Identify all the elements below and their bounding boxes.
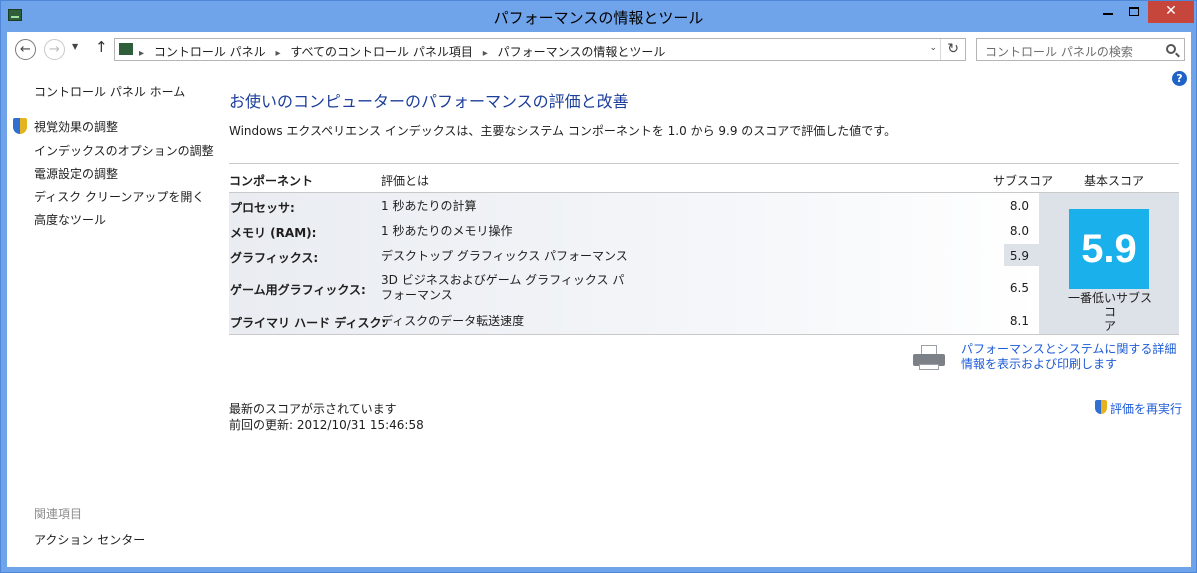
view-print-details-link[interactable]: パフォーマンスとシステムに関する詳細情報を表示および印刷します [961,342,1183,372]
window-title: パフォーマンスの情報とツール [493,9,704,27]
maximize-button[interactable] [1119,1,1149,23]
search-input[interactable]: コントロール パネルの検索 [976,38,1185,61]
component-label: メモリ (RAM): [230,226,317,240]
arrow-right-icon: → [49,42,60,57]
breadcrumb-separator[interactable]: ▸ [483,48,488,59]
up-button[interactable]: ↑ [95,38,108,56]
navigation-bar: ← → ▼ ↑ ▸ コントロール パネル ▸ すべてのコントロール パネル項目 … [7,32,1191,66]
component-description: 1 秒あたりのメモリ操作 [381,224,513,238]
sidebar-item-visual-effects[interactable]: 視覚効果の調整 [34,118,118,135]
search-placeholder: コントロール パネルの検索 [985,45,1133,59]
close-button[interactable]: ✕ [1148,1,1194,23]
arrow-up-icon: ↑ [95,38,108,56]
sidebar-item-power-settings[interactable]: 電源設定の調整 [34,165,118,182]
component-description: デスクトップ グラフィックス パフォーマンス [381,249,628,263]
divider [940,39,941,60]
last-updated-text: 前回の更新: 2012/10/31 15:46:58 [229,418,424,432]
description-line: フォーマンス [381,288,453,302]
arrow-left-icon: ← [20,42,31,57]
component-description: ディスクのデータ転送速度 [381,314,525,328]
description-line: 3D ビジネスおよびゲーム グラフィックス パ [381,273,625,287]
sidebar-item-advanced-tools[interactable]: 高度なツール [34,211,106,228]
sidebar: コントロール パネル ホーム 視覚効果の調整 インデックスのオプションの調整 電… [7,66,214,567]
intro-text: Windows エクスペリエンス インデックスは、主要なシステム コンポーネント… [229,124,897,138]
uac-shield-icon [1095,400,1107,414]
close-icon: ✕ [1165,3,1177,19]
address-dropdown-button[interactable]: ⌄ [929,43,937,53]
component-label: グラフィックス: [230,251,319,265]
breadcrumb-separator[interactable]: ▸ [139,48,144,59]
breadcrumb: ▸ コントロール パネル ▸ すべてのコントロール パネル項目 ▸ パフォーマン… [139,43,671,60]
subscore-value: 8.1 [1009,314,1029,328]
header-base-score: 基本スコア [1084,174,1145,188]
header-subscore: サブスコア [993,174,1054,188]
base-score-tile: 5.9 [1069,209,1149,289]
component-label: プライマリ ハード ディスク: [230,316,387,330]
maximize-icon [1129,7,1139,16]
subscore-value: 5.9 [1009,249,1029,263]
header-rating: 評価とは [381,174,430,188]
search-icon[interactable] [1166,44,1176,54]
control-panel-icon [119,43,133,55]
recent-locations-button[interactable]: ▼ [72,42,78,51]
chevron-down-icon: ▼ [72,42,79,51]
main-content: お使いのコンピューターのパフォーマンスの評価と改善 Windows エクスペリエ… [229,66,1182,566]
breadcrumb-performance[interactable]: パフォーマンスの情報とツール [498,45,666,59]
caption-line: 一番低いサブスコ [1067,291,1152,319]
subscore-value: 8.0 [1009,224,1029,238]
address-bar[interactable]: ▸ コントロール パネル ▸ すべてのコントロール パネル項目 ▸ パフォーマン… [114,38,966,61]
base-score-panel: 5.9 一番低いサブスコ ア [1039,193,1179,335]
table-body: プロセッサ: 1 秒あたりの計算 8.0 メモリ (RAM): 1 秒あたりのメ… [229,193,1039,335]
refresh-icon: ↻ [947,41,959,57]
breadcrumb-control-panel[interactable]: コントロール パネル [154,45,266,59]
minimize-icon [1103,13,1113,15]
chevron-down-icon: ⌄ [929,43,937,53]
client-area: ← → ▼ ↑ ▸ コントロール パネル ▸ すべてのコントロール パネル項目 … [7,32,1191,567]
breadcrumb-all-items[interactable]: すべてのコントロール パネル項目 [290,45,473,59]
refresh-button[interactable]: ↻ [947,41,959,57]
score-table: コンポーネント 評価とは サブスコア 基本スコア プロセッサ: 1 秒あたりの計… [229,163,1179,368]
component-label: ゲーム用グラフィックス: [230,283,366,297]
printer-icon[interactable] [913,345,945,371]
page-title: お使いのコンピューターのパフォーマンスの評価と改善 [229,92,629,111]
sidebar-item-action-center[interactable]: アクション センター [34,531,145,548]
sidebar-item-control-panel-home[interactable]: コントロール パネル ホーム [34,83,185,100]
caption-line: ア [1103,319,1116,333]
rerun-assessment-link[interactable]: 評価を再実行 [1110,400,1182,417]
sidebar-item-disk-cleanup[interactable]: ディスク クリーンアップを開く [34,188,204,205]
related-heading: 関連項目 [34,507,83,521]
header-component: コンポーネント [229,174,314,188]
uac-shield-icon [13,118,27,134]
base-score-caption: 一番低いサブスコ ア [1065,291,1155,333]
component-description: 1 秒あたりの計算 [381,199,477,213]
component-description: 3D ビジネスおよびゲーム グラフィックス パ フォーマンス [381,273,624,303]
subscore-value: 8.0 [1009,199,1029,213]
sidebar-item-indexing-options[interactable]: インデックスのオプションの調整 [34,142,214,159]
window: パフォーマンスの情報とツール ✕ ← → ▼ ↑ ▸ コントロール パネル ▸ … [0,0,1197,573]
title-bar[interactable]: パフォーマンスの情報とツール ✕ [1,1,1196,32]
back-button[interactable]: ← [15,39,36,60]
table-row: ゲーム用グラフィックス: 3D ビジネスおよびゲーム グラフィックス パ フォー… [229,273,1039,305]
component-label: プロセッサ: [230,201,295,215]
table-header: コンポーネント 評価とは サブスコア 基本スコア [229,163,1179,193]
breadcrumb-separator[interactable]: ▸ [276,48,281,59]
latest-scores-text: 最新のスコアが示されています [229,402,397,416]
forward-button[interactable]: → [44,39,65,60]
subscore-value: 6.5 [1009,281,1029,295]
